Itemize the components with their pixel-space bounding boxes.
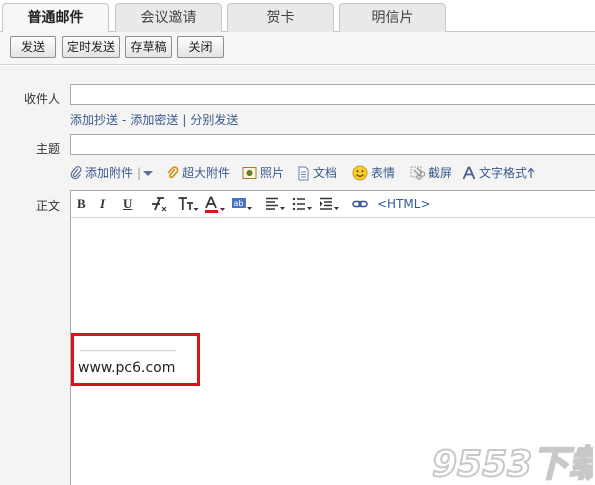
document-button[interactable]: 文档 (297, 163, 337, 183)
font-family-icon (152, 197, 167, 212)
link-separator: - (122, 113, 127, 127)
separate-send-link[interactable]: 分别发送 (190, 113, 238, 127)
text-format-button[interactable]: 文字格式 (462, 163, 538, 183)
text-format-label: 文字格式 (479, 166, 528, 180)
document-icon (298, 166, 309, 180)
compose-tab-bar: 普通邮件 会议邀请 贺卡 明信片 (0, 0, 595, 33)
highlight-icon: ab (232, 198, 252, 210)
emoji-button[interactable]: 表情 (352, 163, 395, 183)
large-attachment-icon (167, 166, 179, 179)
add-cc-link[interactable]: 添加抄送 (70, 113, 118, 127)
highlight-button[interactable]: ab (231, 195, 253, 213)
signature-divider: ———————————— (80, 346, 177, 356)
smiley-icon (352, 165, 368, 181)
signature-text: www.pc6.com (78, 360, 176, 376)
insert-link-button[interactable] (352, 195, 368, 213)
large-attachment-label: 超大附件 (182, 166, 231, 180)
photo-icon (242, 167, 257, 179)
screenshot-button[interactable]: 截屏 (410, 163, 452, 183)
tab-meeting-invite[interactable]: 会议邀请 (115, 3, 222, 32)
font-family-button[interactable] (149, 195, 169, 213)
recipient-label: 收件人 (23, 92, 60, 106)
align-button[interactable] (265, 195, 287, 213)
screenshot-label: 截屏 (428, 166, 453, 180)
attachment-dropdown[interactable] (142, 163, 157, 183)
large-attachment-button[interactable]: 超大附件 (166, 163, 230, 183)
font-size-icon (178, 197, 199, 211)
align-left-icon (266, 197, 285, 210)
link-separator: | (182, 113, 187, 127)
body-label: 正文 (35, 199, 60, 213)
arrow-up-icon (527, 167, 535, 178)
scissors-icon (410, 166, 425, 180)
photo-button[interactable]: 照片 (242, 163, 284, 183)
list-icon (292, 197, 312, 211)
editor-toolbar: B I U ab <HTML> (71, 191, 595, 218)
bold-button[interactable]: B (77, 195, 86, 213)
tab-normal-mail[interactable]: 普通邮件 (2, 3, 109, 33)
list-button[interactable] (292, 195, 314, 213)
font-color-icon (205, 196, 225, 213)
recipient-links: 添加抄送 - 添加密送 | 分别发送 (70, 111, 238, 128)
svg-text:9553下载: 9553下载 (432, 444, 593, 484)
paperclip-icon (70, 166, 82, 180)
close-button[interactable]: 关闭 (177, 36, 224, 58)
document-label: 文档 (313, 166, 338, 180)
italic-button[interactable]: I (100, 195, 105, 213)
site-watermark-logo: 9553下载 (431, 443, 593, 484)
text-format-icon (462, 166, 476, 180)
compose-toolbar: 发送 定时发送 存草稿 关闭 (0, 32, 595, 65)
save-draft-button[interactable]: 存草稿 (125, 36, 172, 58)
scheduled-send-button[interactable]: 定时发送 (62, 36, 120, 58)
add-attachment-label: 添加附件 (85, 166, 134, 180)
signature-highlight-box: ———————————— www.pc6.com (71, 333, 200, 386)
font-color-button[interactable] (204, 195, 226, 213)
subject-input[interactable] (70, 134, 595, 155)
add-attachment-button[interactable]: 添加附件 (70, 163, 133, 183)
attach-separator: | (137, 166, 142, 180)
tab-greeting-card[interactable]: 贺卡 (227, 3, 334, 32)
svg-text:ab: ab (234, 199, 244, 208)
photo-label: 照片 (260, 166, 285, 180)
indent-icon (320, 197, 339, 210)
subject-label: 主题 (35, 142, 60, 156)
underline-button[interactable]: U (123, 195, 132, 213)
font-size-button[interactable] (177, 195, 199, 213)
add-bcc-link[interactable]: 添加密送 (130, 113, 178, 127)
triangle-down-icon (143, 171, 153, 176)
tab-postcard[interactable]: 明信片 (339, 3, 446, 32)
emoji-label: 表情 (371, 166, 396, 180)
send-button[interactable]: 发送 (10, 36, 56, 58)
html-mode-button[interactable]: <HTML> (377, 195, 431, 213)
recipient-input[interactable] (70, 84, 595, 105)
indent-button[interactable] (319, 195, 341, 213)
link-icon (352, 200, 368, 208)
